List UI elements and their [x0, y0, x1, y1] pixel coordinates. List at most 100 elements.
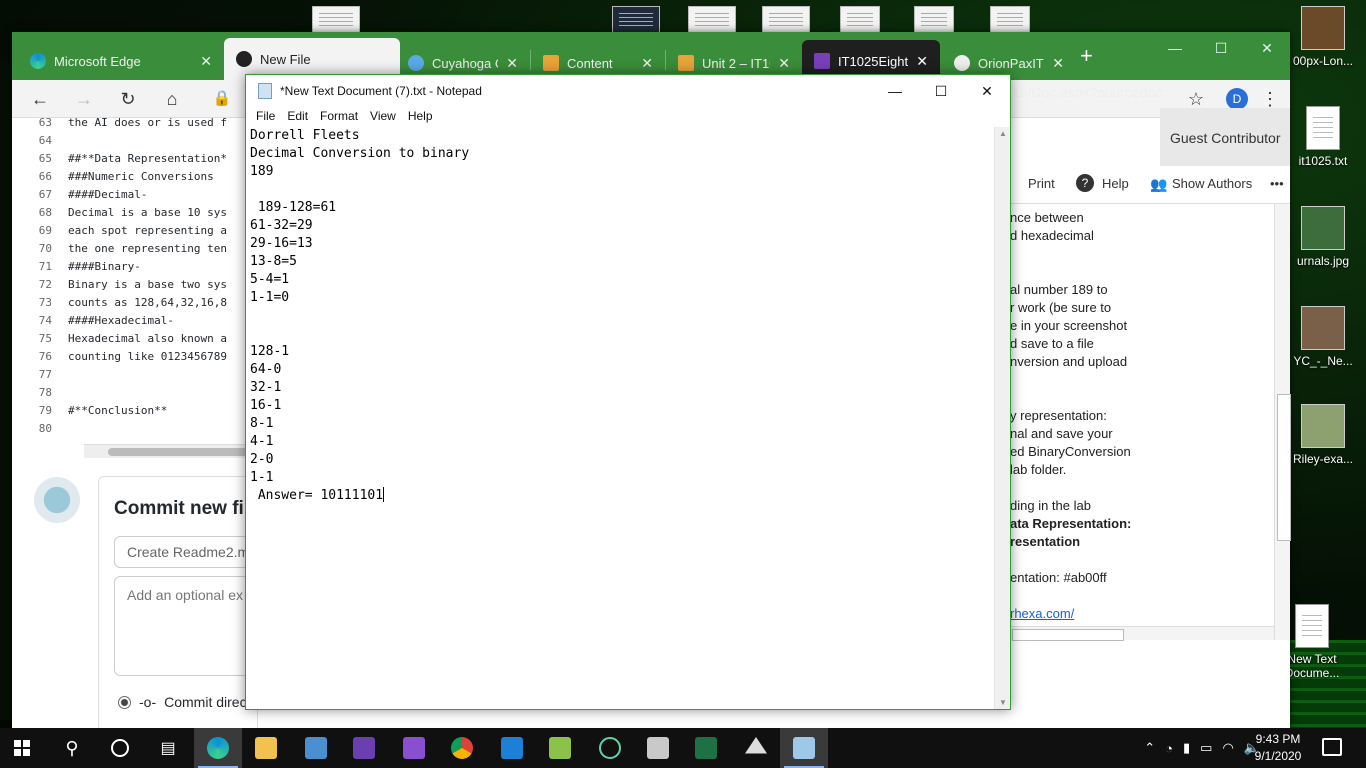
back-icon[interactable]: ←	[26, 86, 54, 112]
address-bar-url[interactable]: 15/Doc.aspx?sourcedoc...	[1012, 84, 1174, 100]
close-icon[interactable]: ✕	[1052, 55, 1064, 72]
tab-microsoft-edge[interactable]: Microsoft Edge ✕	[18, 40, 224, 82]
taskbar-visual-studio[interactable]	[340, 728, 388, 768]
pencil-icon	[678, 55, 694, 71]
edge-window-controls: — ☐ ✕	[1152, 32, 1290, 64]
image-thumbnail	[1301, 6, 1345, 50]
avatar	[34, 477, 80, 523]
desktop-icon[interactable]: YC_-_Ne...	[1285, 306, 1361, 368]
onenote-vertical-scrollbar[interactable]	[1274, 204, 1291, 640]
notepad-menu-bar: File Edit Format View Help	[246, 107, 1010, 127]
forward-icon[interactable]: →	[70, 86, 98, 112]
notepad-vertical-scrollbar[interactable]: ▲ ▼	[994, 127, 1010, 709]
close-icon[interactable]: ✕	[200, 53, 212, 70]
radio-icon	[118, 695, 131, 709]
print-button[interactable]: Print	[1028, 176, 1055, 191]
menu-view[interactable]: View	[364, 107, 402, 127]
vs-blend-icon	[403, 737, 425, 759]
start-button[interactable]	[0, 728, 48, 768]
taskbar-file-explorer[interactable]	[242, 728, 290, 768]
desktop-icon[interactable]: 00px-Lon...	[1285, 6, 1361, 68]
taskbar-remote-desktop[interactable]	[292, 728, 340, 768]
notepad-title-bar[interactable]: *New Text Document (7).txt - Notepad — ☐…	[246, 75, 1010, 107]
onenote-ribbon: Print ? Help 👥 Show Authors •••	[1010, 166, 1290, 204]
notepad-title: *New Text Document (7).txt - Notepad	[280, 84, 482, 98]
excel-icon	[695, 737, 717, 759]
edge-icon	[30, 53, 46, 69]
close-icon[interactable]: ✕	[778, 55, 790, 72]
close-icon[interactable]: ✕	[916, 53, 928, 70]
snowflake-icon	[408, 55, 424, 71]
notepad-icon	[793, 737, 815, 759]
remote-desktop-icon	[305, 737, 327, 759]
taskbar-notepad[interactable]	[780, 728, 828, 768]
commit-message-input[interactable]: Create Readme2.m	[114, 536, 254, 568]
onenote-icon	[814, 53, 830, 69]
desktop-icon[interactable]: it1025.txt	[1285, 106, 1361, 168]
menu-file[interactable]: File	[250, 107, 281, 127]
mail-icon	[501, 737, 523, 759]
battery-icon[interactable]: ▭	[1200, 740, 1212, 756]
minimize-icon[interactable]: —	[1152, 32, 1198, 64]
unity-icon	[745, 737, 767, 754]
menu-help[interactable]: Help	[402, 107, 439, 127]
taskbar-atom[interactable]	[586, 728, 634, 768]
taskbar-notepad-plus[interactable]	[536, 728, 584, 768]
show-authors-button[interactable]: Show Authors	[1172, 176, 1252, 191]
minimize-icon[interactable]: —	[872, 75, 918, 107]
commit-direct-radio[interactable]: -o- Commit direc	[118, 694, 247, 710]
taskbar-chrome[interactable]	[438, 728, 486, 768]
scroll-up-icon[interactable]: ▲	[995, 129, 1011, 138]
chevron-up-icon[interactable]: ⌃	[1144, 740, 1155, 756]
close-icon[interactable]: ✕	[506, 55, 518, 72]
close-icon[interactable]: ✕	[641, 55, 653, 72]
commit-description-input[interactable]: Add an optional ex	[114, 576, 254, 676]
profile-avatar[interactable]: D	[1226, 88, 1248, 110]
visual-studio-icon	[353, 737, 375, 759]
desktop-icon[interactable]: urnals.jpg	[1285, 206, 1361, 268]
editor-horizontal-scrollbar[interactable]	[84, 444, 258, 458]
close-icon[interactable]: ✕	[964, 75, 1010, 107]
notepad-icon	[258, 83, 272, 99]
text-cursor	[383, 487, 385, 502]
close-icon[interactable]: ✕	[1244, 32, 1290, 64]
help-icon: ?	[1076, 174, 1094, 192]
refresh-icon[interactable]: ↻	[114, 86, 142, 112]
notepad-plus-icon	[549, 737, 571, 759]
search-icon[interactable]: ⚲	[48, 728, 96, 768]
onenote-page-content: nce between d hexadecimal al number 189 …	[1010, 210, 1132, 621]
pencil-icon	[543, 55, 559, 71]
taskbar-blend[interactable]	[390, 728, 438, 768]
taskbar-excel[interactable]	[682, 728, 730, 768]
onenote-horizontal-scrollbar[interactable]	[1010, 626, 1274, 641]
wifi-icon[interactable]: ◠	[1222, 740, 1233, 756]
taskbar-tools[interactable]	[634, 728, 682, 768]
taskbar-mail[interactable]	[488, 728, 536, 768]
maximize-icon[interactable]: ☐	[1198, 32, 1244, 64]
more-options-button[interactable]: •••	[1270, 176, 1284, 191]
cortana-icon[interactable]	[96, 728, 144, 768]
network-status-icon[interactable]: ◔	[1165, 741, 1173, 756]
notepad-text-area[interactable]: Dorrell Fleets Decimal Conversion to bin…	[246, 127, 994, 709]
scroll-down-icon[interactable]: ▼	[995, 698, 1011, 707]
chrome-icon	[451, 737, 473, 759]
taskbar-unity[interactable]	[732, 728, 780, 768]
task-view-icon[interactable]: ▤	[144, 728, 192, 768]
home-icon[interactable]: ⌂	[158, 86, 186, 112]
tray-app-icon[interactable]: ▮	[1183, 740, 1190, 756]
edge-icon	[207, 737, 229, 759]
windows-icon	[14, 740, 30, 756]
help-button[interactable]: Help	[1102, 176, 1129, 191]
menu-edit[interactable]: Edit	[281, 107, 314, 127]
image-thumbnail	[1301, 306, 1345, 350]
menu-format[interactable]: Format	[314, 107, 364, 127]
new-tab-button[interactable]: +	[1080, 45, 1093, 67]
taskbar-edge[interactable]	[194, 728, 242, 768]
desktop-icon[interactable]: Riley-exa...	[1285, 404, 1361, 466]
image-thumbnail	[1301, 404, 1345, 448]
notifications-icon[interactable]	[1322, 738, 1342, 756]
code-editor[interactable]: 63 the AI does or is used f 64 65 ##**Data…	[28, 114, 248, 454]
taskbar-clock[interactable]: 9:43 PM 9/1/2020	[1250, 731, 1306, 765]
maximize-icon[interactable]: ☐	[918, 75, 964, 107]
link[interactable]: rhexa.com/	[1010, 606, 1074, 621]
